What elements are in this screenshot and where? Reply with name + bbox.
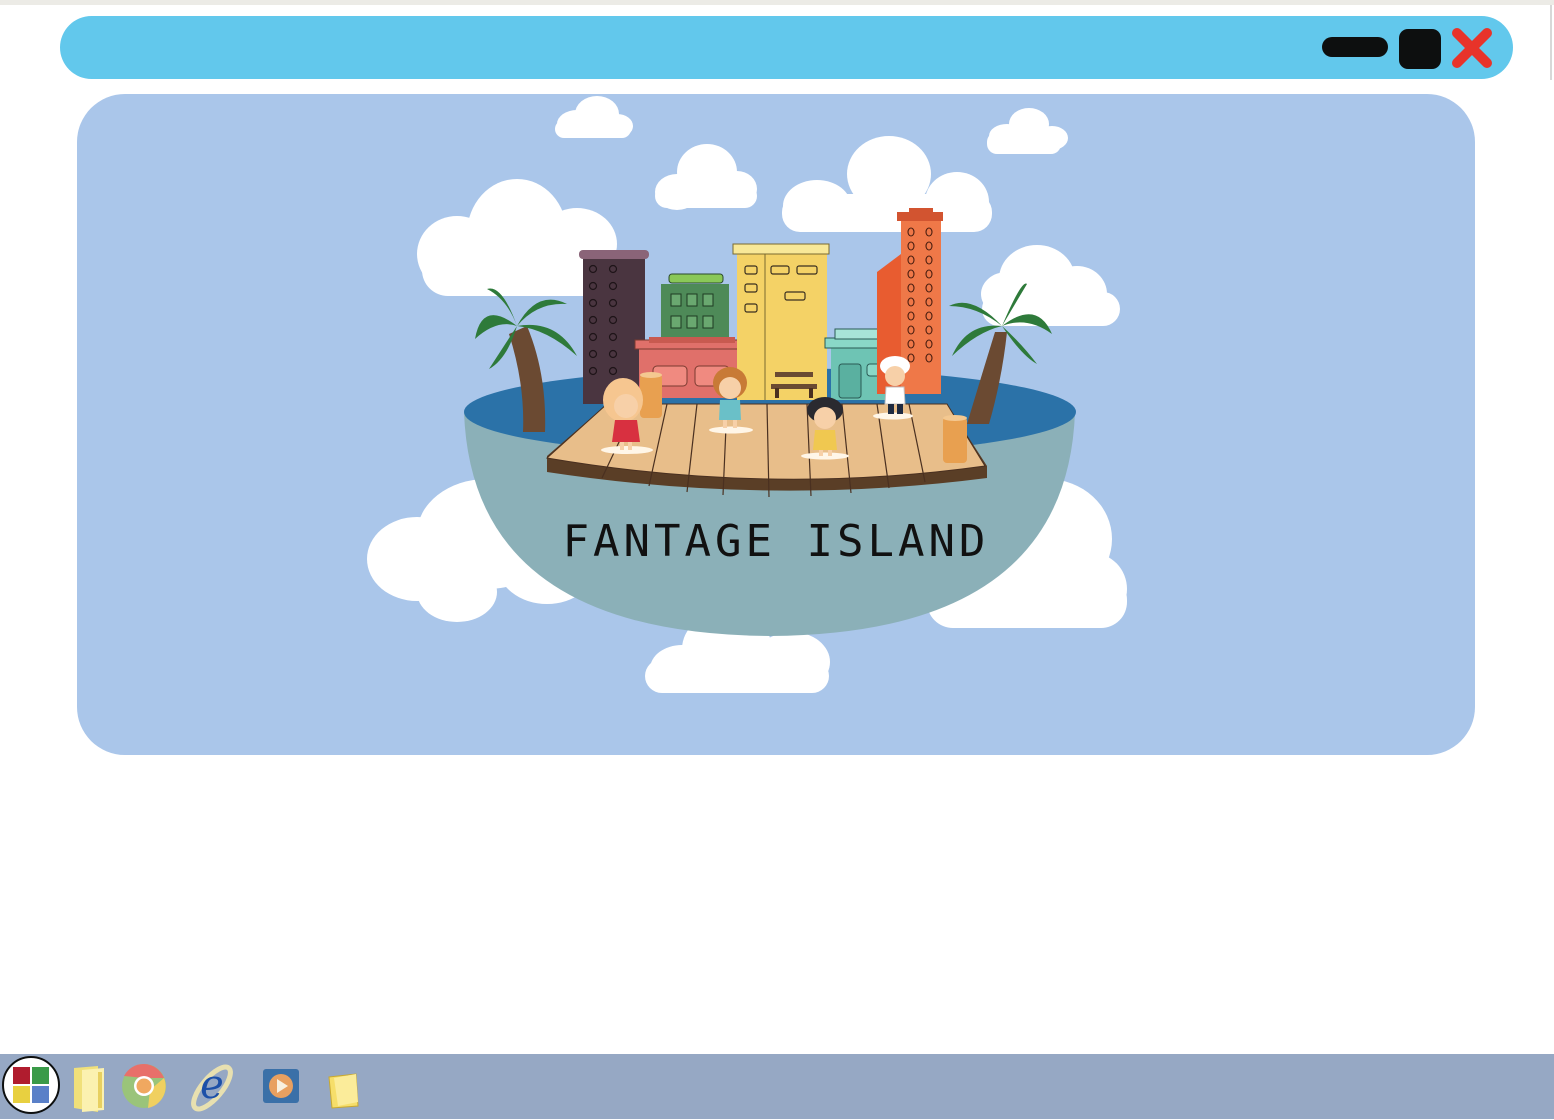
close-icon[interactable]: [1449, 25, 1495, 71]
window-titlebar[interactable]: [60, 16, 1513, 79]
island-title: FANTAGE ISLAND: [562, 516, 990, 567]
internet-explorer-icon[interactable]: e: [186, 1056, 238, 1116]
cloud: [555, 96, 633, 138]
minimize-icon[interactable]: [1322, 37, 1388, 57]
cloud: [981, 245, 1120, 326]
chrome-browser-icon[interactable]: [120, 1062, 168, 1110]
main-stage: FANTAGE ISLAND: [77, 94, 1475, 755]
start-windows-icon[interactable]: [2, 1056, 60, 1114]
media-player-icon[interactable]: [262, 1068, 300, 1104]
cloud: [655, 144, 757, 210]
sticky-notes-icon[interactable]: [326, 1072, 360, 1110]
cloud: [987, 108, 1068, 154]
taskbar: e: [0, 1054, 1554, 1119]
maximize-icon[interactable]: [1399, 29, 1441, 69]
svg-text:e: e: [200, 1062, 224, 1108]
screen-right-edge: [1550, 5, 1552, 80]
screen-top-edge: [0, 0, 1554, 5]
cloud: [782, 136, 992, 232]
island-illustration: [367, 96, 1127, 693]
folder-icon[interactable]: [72, 1064, 108, 1114]
